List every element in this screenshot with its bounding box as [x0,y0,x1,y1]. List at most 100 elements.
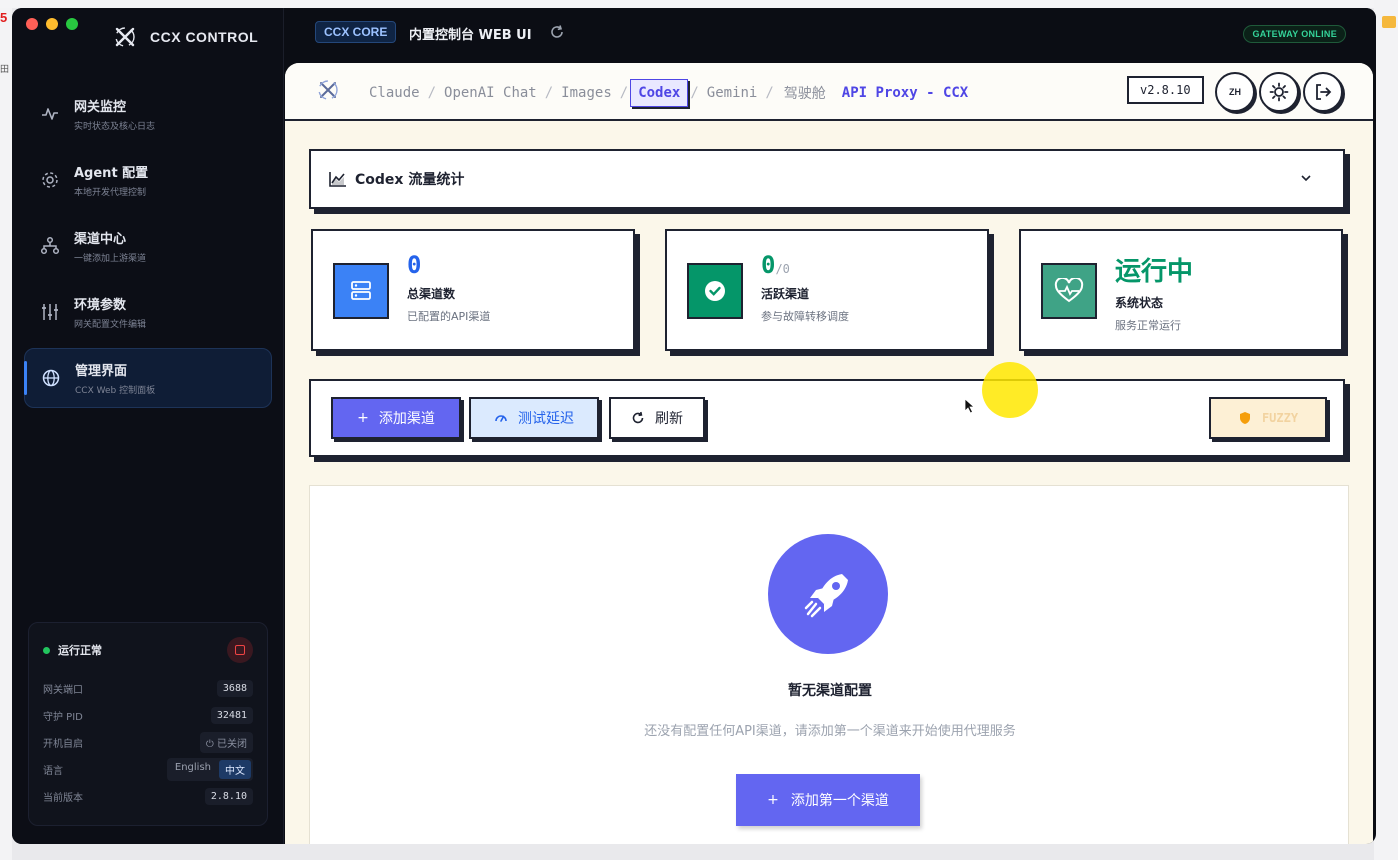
gateway-port-value: 3688 [216,680,253,697]
sidebar-item-subtitle: 一键添加上游渠道 [74,254,147,264]
stat-text: 0 总渠道数 已配置的API渠道 [407,251,490,329]
sidebar-item-subtitle: CCX Web 控制面板 [75,386,156,396]
language-switch: English 中文 [166,758,253,781]
stat-description: 已配置的API渠道 [407,310,491,323]
logout-button[interactable] [1303,72,1343,112]
window-controls [26,18,78,30]
sidebar-item-gateway-monitor[interactable]: 网关监控 实时状态及核心日志 [24,84,272,144]
app-window: CCX CONTROL 网关监控 实时状态及核心日志 Agent 配置 本地开发… [12,8,1376,844]
desktop-right-edge [1374,0,1398,860]
activity-icon [42,108,58,120]
desktop-left-edge [0,0,12,860]
status-key: 开机自启 [43,739,83,750]
daemon-pid-value: 32481 [210,707,253,724]
tab-gemini[interactable]: Gemini [701,85,764,101]
status-key: 网关端口 [43,685,83,696]
sidebar-nav: 网关监控 实时状态及核心日志 Agent 配置 本地开发代理控制 渠道中心 一键… [24,84,272,414]
status-label: 运行正常 [58,644,102,657]
language-button[interactable]: ZH [1215,72,1255,112]
rocket-icon [768,534,888,654]
chevron-down-icon [1301,175,1311,182]
tab-separator: / [544,85,554,101]
add-channel-button[interactable]: + 添加渠道 [331,397,461,439]
channel-toolbar: + 添加渠道 测试延迟 刷新 FUZZY [309,379,1345,457]
empty-state-title: 暂无渠道配置 [788,683,872,699]
stat-value-row: 0/0 [761,251,849,279]
sidebar-item-text: 网关监控 实时状态及核心日志 [74,96,155,132]
sidebar-item-subtitle: 实时状态及核心日志 [74,122,156,132]
close-window-button[interactable] [26,18,38,30]
tab-claude[interactable]: Claude [363,85,426,101]
status-indicator: 运行正常 [43,642,102,658]
tab-codex[interactable]: Codex [630,79,689,107]
status-key: 语言 [43,766,63,777]
add-channel-label: 添加渠道 [378,411,435,427]
sidebar-item-env-params[interactable]: 环境参数 网关配置文件编辑 [24,282,272,342]
theme-toggle-button[interactable] [1259,72,1299,112]
core-badge: CCX CORE [315,21,397,43]
refresh-button[interactable]: 刷新 [609,397,705,439]
desktop-app-tag-2: 田 [0,65,10,75]
language-option-chinese[interactable]: 中文 [219,760,251,779]
globe-icon [42,369,60,387]
autostart-toggle[interactable]: ⏻ 已关闭 [199,732,253,753]
status-header: 运行正常 [43,637,253,663]
tab-openai-chat[interactable]: OpenAI Chat [438,85,543,101]
ccx-logo-icon[interactable] [315,77,341,103]
current-version-value: 2.8.10 [204,788,253,805]
tab-images[interactable]: Images [555,85,618,101]
mouse-pointer-icon [964,398,976,414]
stat-card-active-channels: 0/0 活跃渠道 参与故障转移调度 [665,229,989,351]
sidebar-item-subtitle: 本地开发代理控制 [74,188,147,198]
status-row-autostart: 开机自启 ⏻ 已关闭 [43,729,253,756]
chart-icon [329,172,346,187]
stat-text: 0/0 活跃渠道 参与故障转移调度 [761,251,849,329]
sidebar-item-channel-center[interactable]: 渠道中心 一键添加上游渠道 [24,216,272,276]
server-icon [333,263,389,319]
tab-separator: / [765,85,774,101]
status-row-version: 当前版本 2.8.10 [43,783,253,810]
plus-icon: + [357,410,369,426]
zoom-window-button[interactable] [66,18,78,30]
refresh-icon [632,411,644,424]
sidebar: CCX CONTROL 网关监控 实时状态及核心日志 Agent 配置 本地开发… [12,8,284,844]
tab-separator: / [690,85,699,101]
sidebar-item-title: 渠道中心 [74,232,127,247]
status-row-pid: 守护 PID 32481 [43,702,253,729]
sidebar-item-title: 网关监控 [74,100,127,115]
tab-cockpit[interactable]: 驾驶舱 [776,83,834,103]
heart-pulse-icon [1041,263,1097,319]
desktop-app-tag: 5 [0,10,8,25]
desktop-top-edge [0,0,1398,8]
stat-description: 参与故障转移调度 [761,310,849,323]
fuzzy-mode-button[interactable]: FUZZY [1209,397,1327,439]
test-latency-label: 测试延迟 [518,411,574,427]
traffic-stats-header[interactable]: Codex 流量统计 [309,149,1345,209]
empty-state-panel: 暂无渠道配置 还没有配置任何API渠道，请添加第一个渠道来开始使用代理服务 + … [309,485,1349,844]
fuzzy-label: FUZZY [1261,411,1299,425]
logout-icon [1316,84,1332,100]
service-tabs: Claude / OpenAI Chat / Images / Codex / … [363,79,968,107]
language-option-english[interactable]: English [169,760,217,779]
sidebar-item-title: 环境参数 [74,298,127,313]
api-proxy-title: API Proxy - CCX [841,85,969,101]
sidebar-item-agent-config[interactable]: Agent 配置 本地开发代理控制 [24,150,272,210]
plus-icon: + [767,792,779,808]
sidebar-item-text: 渠道中心 一键添加上游渠道 [74,228,146,264]
sidebar-item-text: 环境参数 网关配置文件编辑 [74,294,146,330]
status-key: 当前版本 [43,793,83,804]
add-first-channel-button[interactable]: + 添加第一个渠道 [736,774,920,826]
refresh-label: 刷新 [655,411,683,427]
sidebar-item-title: 管理界面 [75,364,128,379]
stop-gateway-button[interactable] [227,637,253,663]
sidebar-item-admin-ui[interactable]: 管理界面 CCX Web 控制面板 [24,348,272,408]
total-channels-value: 0 [407,251,422,279]
reload-icon[interactable] [549,24,565,40]
minimize-window-button[interactable] [46,18,58,30]
check-circle-icon [687,263,743,319]
test-latency-button[interactable]: 测试延迟 [469,397,599,439]
tab-bar: Claude / OpenAI Chat / Images / Codex / … [285,63,1373,121]
gateway-status-badge: GATEWAY ONLINE [1243,25,1346,43]
sidebar-item-text: Agent 配置 本地开发代理控制 [74,162,148,198]
stat-description: 服务正常运行 [1115,319,1181,332]
